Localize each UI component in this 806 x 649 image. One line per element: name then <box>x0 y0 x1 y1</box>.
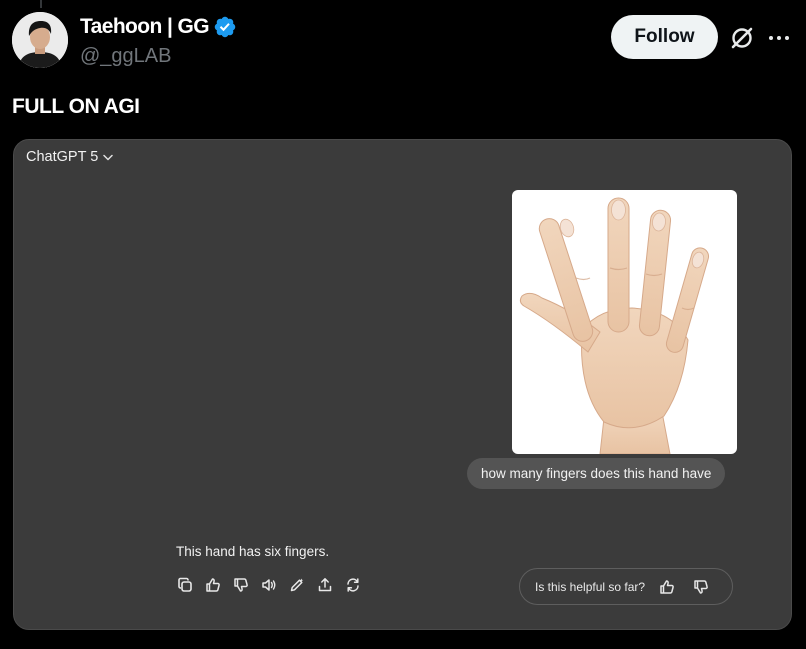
user-message-bubble: how many fingers does this hand have <box>467 458 726 489</box>
tweet-page: Taehoon | GG @_ggLAB Follow FULL ON AGI … <box>0 0 806 649</box>
tweet-text: FULL ON AGI <box>12 95 140 118</box>
assistant-message-text: This hand has six fingers. <box>176 544 330 559</box>
share-icon[interactable] <box>317 577 333 593</box>
hand-image[interactable] <box>512 190 737 454</box>
author-handle[interactable]: @_ggLAB <box>80 45 171 68</box>
follow-button[interactable]: Follow <box>611 15 718 59</box>
tweet-media-card[interactable]: ChatGPT 5 how many fingers does this han… <box>13 139 792 630</box>
thumbs-down-icon[interactable] <box>693 579 709 595</box>
feedback-pill: Is this helpful so far? <box>519 568 733 605</box>
message-action-bar <box>177 577 361 593</box>
more-icon[interactable] <box>768 34 790 42</box>
feedback-prompt: Is this helpful so far? <box>535 579 646 594</box>
author-name[interactable]: Taehoon | GG <box>80 15 210 39</box>
model-selector[interactable]: ChatGPT 5 <box>26 149 114 165</box>
thumbs-up-icon[interactable] <box>659 579 675 595</box>
copy-icon[interactable] <box>177 577 193 593</box>
grok-icon[interactable] <box>728 24 756 52</box>
model-label: ChatGPT 5 <box>26 149 99 165</box>
chevron-down-icon <box>103 154 114 160</box>
edit-icon[interactable] <box>289 577 305 593</box>
read-aloud-icon[interactable] <box>261 577 277 593</box>
author-name-row: Taehoon | GG <box>80 15 237 39</box>
thread-connector-line <box>40 0 42 8</box>
avatar[interactable] <box>12 12 68 68</box>
regenerate-icon[interactable] <box>345 577 361 593</box>
thumbs-up-icon[interactable] <box>205 577 221 593</box>
thumbs-down-icon[interactable] <box>233 577 249 593</box>
verified-badge-icon <box>214 16 236 38</box>
user-message-text: how many fingers does this hand have <box>481 466 712 481</box>
